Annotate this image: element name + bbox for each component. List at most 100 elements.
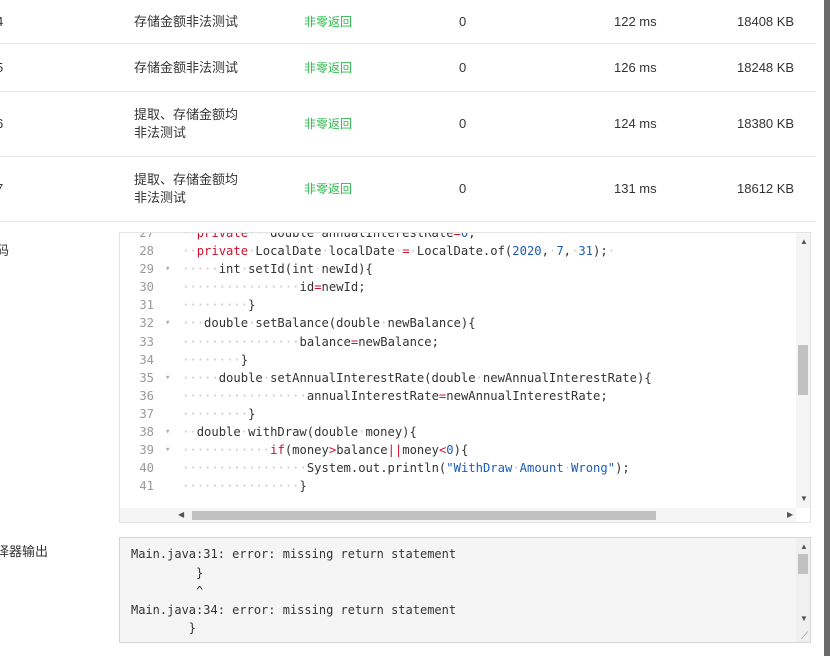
down-arrow-icon[interactable]: ▼ [800, 494, 808, 503]
status-badge: 非零返回 [304, 60, 353, 75]
case-index: 4 [0, 13, 3, 31]
case-name: 提取、存储金额均 非法测试 [134, 171, 264, 207]
line-number: 33 [139, 334, 154, 349]
code-line[interactable]: 36 ·················annualInterestRate=ne… [120, 387, 796, 405]
line-number: 28 [139, 244, 154, 259]
line-number: 29 [139, 262, 154, 277]
scrollbar-thumb[interactable] [798, 345, 808, 395]
code-line[interactable]: 30 ················id=newId; [120, 278, 796, 296]
case-index: 6 [0, 115, 3, 133]
code-line[interactable]: 34 ········} [120, 351, 796, 369]
scrollbar-thumb[interactable] [798, 554, 808, 574]
table-row: 7 提取、存储金额均非法测试 非零返回 0 131 ms 18612 KB [0, 157, 816, 222]
line-number: 41 [139, 479, 154, 494]
case-score: 0 [459, 181, 467, 196]
case-time: 122 ms [614, 13, 657, 29]
code-text: ················balance=newBalance; [182, 334, 439, 349]
line-number: 31 [139, 298, 154, 313]
line-number: 34 [139, 352, 154, 367]
resize-grip-icon[interactable]: ⟋ [801, 631, 808, 642]
code-line[interactable]: 32 ▾ ···double·setBalance(double·newBalanc… [120, 314, 796, 332]
table-row: 6 提取、存储金额均非法测试 非零返回 0 124 ms 18380 KB [0, 92, 816, 157]
code-text: ············if(money>balance||money<0){ [182, 443, 469, 458]
status-badge: 非零返回 [304, 182, 353, 196]
scrollbar-thumb[interactable] [192, 511, 656, 520]
code-line[interactable]: 31 ·········} [120, 296, 796, 314]
code-line[interactable]: 40 ·················System.out.println("W… [120, 459, 796, 477]
line-number: 27 [139, 232, 154, 240]
case-memory: 18408 KB [737, 13, 795, 29]
compiler-output-text: Main.java:31: error: missing return stat… [131, 547, 457, 642]
left-arrow-icon[interactable]: ◀ [178, 510, 184, 519]
editor-vertical-scrollbar[interactable]: ▲ ▼ [796, 233, 810, 508]
up-arrow-icon[interactable]: ▲ [800, 542, 808, 551]
test-results-table: 4 存储金额非法测试 非零返回 0 122 ms 18408 KB 5 存储金额… [0, 0, 816, 222]
code-line[interactable]: 33 ················balance=newBalance; [120, 333, 796, 351]
case-name: 存储金额非法测试 [134, 13, 264, 31]
code-text: ·········} [182, 298, 256, 313]
code-text: ·················System.out.println("Wit… [182, 461, 630, 476]
code-text: ··private·LocalDate·localDate·=·LocalDat… [182, 244, 616, 259]
line-number: 40 [139, 461, 154, 476]
case-memory: 18612 KB [737, 181, 795, 196]
code-editor[interactable]: 27 ··private···double·annualInterestRate=… [119, 232, 811, 523]
up-arrow-icon[interactable]: ▲ [800, 237, 808, 246]
status-badge: 非零返回 [304, 14, 353, 29]
code-text: ················id=newId; [182, 280, 366, 295]
line-number: 39 [139, 443, 154, 458]
editor-horizontal-scrollbar[interactable]: ◀ ▶ [120, 508, 796, 522]
case-score: 0 [459, 116, 467, 131]
case-index: 7 [0, 180, 3, 198]
compiler-output-box[interactable]: Main.java:31: error: missing return stat… [119, 537, 811, 643]
output-scrollbar[interactable]: ▲ ▼ [796, 538, 810, 642]
right-arrow-icon[interactable]: ▶ [787, 510, 793, 519]
line-number: 37 [139, 406, 154, 421]
scrollbar-thumb[interactable] [824, 0, 830, 656]
code-text: ··double·withDraw(double·money){ [182, 425, 417, 440]
case-score: 0 [459, 13, 467, 29]
case-name-line: 存储金额非法测试 [134, 59, 239, 75]
fold-arrow-icon[interactable]: ▾ [165, 423, 170, 441]
code-text: ·········} [182, 406, 256, 421]
code-line[interactable]: 27 ··private···double·annualInterestRate=… [120, 232, 796, 242]
line-number: 32 [139, 316, 154, 331]
case-index: 5 [0, 59, 3, 77]
code-line[interactable]: 35 ▾ ·····double·setAnnualInterestRate(dou… [120, 369, 796, 387]
case-memory: 18380 KB [737, 116, 795, 131]
table-row: 4 存储金额非法测试 非零返回 0 122 ms 18408 KB [0, 0, 816, 44]
case-time: 131 ms [614, 181, 657, 196]
case-name: 存储金额非法测试 [134, 59, 264, 77]
down-arrow-icon[interactable]: ▼ [800, 614, 808, 623]
code-text: ········} [182, 352, 249, 367]
code-line[interactable]: 38 ▾ ··double·withDraw(double·money){ [120, 423, 796, 441]
code-line[interactable]: 37 ·········} [120, 405, 796, 423]
case-name-line: 非法测试 [134, 190, 187, 205]
case-name-line: 提取、存储金额均 [134, 172, 239, 187]
fold-arrow-icon[interactable]: ▾ [165, 369, 170, 387]
code-content[interactable]: 27 ··private···double·annualInterestRate=… [120, 232, 796, 495]
code-line[interactable]: 41 ················} [120, 477, 796, 495]
line-number: 35 [139, 370, 154, 385]
fold-arrow-icon[interactable]: ▾ [165, 441, 170, 459]
code-text: ·················annualInterestRate=newA… [182, 388, 608, 403]
fold-arrow-icon[interactable]: ▾ [165, 314, 170, 332]
code-text: ················} [182, 479, 307, 494]
fold-arrow-icon[interactable]: ▾ [165, 260, 170, 278]
code-line[interactable]: 28 ··private·LocalDate·localDate·=·LocalD… [120, 242, 796, 260]
case-name-line: 非法测试 [134, 125, 187, 140]
line-number: 30 [139, 280, 154, 295]
line-number: 36 [139, 388, 154, 403]
code-line[interactable]: 29 ▾ ·····int·setId(int·newId){ [120, 260, 796, 278]
code-label: 码 [0, 243, 10, 258]
page-scrollbar[interactable] [824, 0, 830, 656]
case-name: 提取、存储金额均 非法测试 [134, 106, 264, 142]
status-badge: 非零返回 [304, 117, 353, 131]
table-row: 5 存储金额非法测试 非零返回 0 126 ms 18248 KB [0, 44, 816, 92]
case-score: 0 [459, 59, 467, 75]
code-text: ·····int·setId(int·newId){ [182, 262, 373, 277]
case-time: 124 ms [614, 116, 657, 131]
code-text: ·····double·setAnnualInterestRate(double… [182, 370, 652, 385]
case-name-line: 提取、存储金额均 [134, 107, 239, 122]
code-line[interactable]: 39 ▾ ············if(money>balance||money<0… [120, 441, 796, 459]
case-time: 126 ms [614, 59, 657, 75]
